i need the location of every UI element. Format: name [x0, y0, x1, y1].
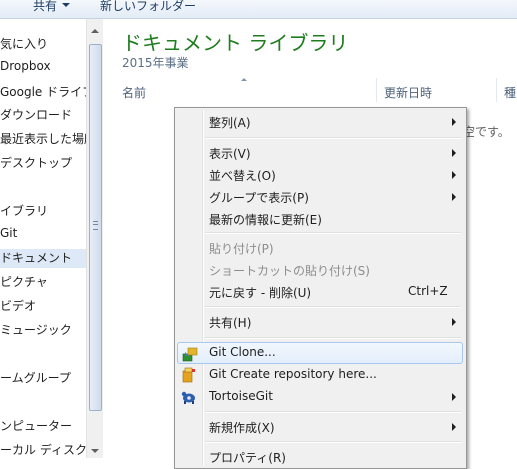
menu-item-label: 並べ替え(O) — [209, 169, 276, 183]
navigation-scrollbar[interactable] — [86, 19, 103, 458]
tortoisegit-icon — [181, 389, 197, 405]
nav-item-desktop[interactable]: デスクトップ — [0, 154, 72, 171]
menu-item-label: 共有(H) — [209, 316, 252, 330]
menu-item-label: 貼り付け(P) — [209, 242, 274, 256]
menu-separator — [205, 411, 461, 413]
menu-item-label: Git Create repository here... — [209, 367, 377, 381]
menu-item-label: 表示(V) — [209, 147, 251, 161]
share-menu-button[interactable]: 共有 — [33, 0, 57, 14]
nav-item-git[interactable]: Git — [0, 226, 17, 240]
submenu-arrow-icon — [452, 393, 456, 401]
sort-ascending-icon — [241, 78, 247, 81]
library-subtitle: 2015年事業 — [122, 56, 189, 70]
menu-item-undo-delete[interactable]: 元に戻す - 削除(U) Ctrl+Z — [177, 281, 463, 303]
submenu-arrow-icon — [452, 149, 456, 157]
library-title: ドキュメント ライブラリ — [122, 31, 349, 55]
menu-item-label: 新規作成(X) — [209, 421, 275, 435]
menu-separator — [205, 137, 461, 139]
nav-item-libraries[interactable]: イブラリ — [0, 202, 48, 219]
menu-item-git-clone[interactable]: Git Clone... — [177, 342, 463, 364]
scroll-down-icon[interactable] — [91, 449, 99, 453]
menu-item-new[interactable]: 新規作成(X) — [177, 416, 463, 438]
submenu-arrow-icon — [452, 171, 456, 179]
column-header-name[interactable]: 名前 — [122, 84, 146, 101]
menu-item-group-by[interactable]: グループで表示(P) — [177, 186, 463, 208]
menu-item-properties[interactable]: プロパティ(R) — [177, 446, 463, 468]
menu-item-view[interactable]: 表示(V) — [177, 142, 463, 164]
menu-item-shortcut: Ctrl+Z — [408, 284, 448, 298]
nav-item-google-drive[interactable]: Google ドライブ — [0, 83, 86, 100]
menu-item-label: 元に戻す - 削除(U) — [209, 286, 312, 300]
nav-item-recent-places[interactable]: 最近表示した場所 — [0, 130, 86, 147]
submenu-arrow-icon — [452, 118, 456, 126]
nav-item-dropbox[interactable]: Dropbox — [0, 59, 51, 73]
scrollbar-thumb[interactable] — [89, 44, 102, 411]
nav-item-downloads[interactable]: ダウンロード — [0, 106, 72, 123]
share-dropdown-icon[interactable] — [62, 3, 70, 7]
column-header-modified[interactable]: 更新日時 — [384, 84, 432, 101]
submenu-arrow-icon — [452, 193, 456, 201]
menu-item-share[interactable]: 共有(H) — [177, 311, 463, 333]
nav-item-pictures[interactable]: ピクチャ — [0, 273, 48, 290]
column-divider[interactable] — [376, 78, 377, 102]
menu-item-git-create-repository[interactable]: Git Create repository here... — [177, 364, 463, 386]
submenu-arrow-icon — [452, 423, 456, 431]
menu-item-label: 最新の情報に更新(E) — [209, 213, 322, 227]
menu-item-arrange[interactable]: 整列(A) — [177, 111, 463, 133]
menu-separator — [205, 441, 461, 443]
command-bar: 共有 新しいフォルダー — [0, 0, 517, 19]
menu-item-label: 整列(A) — [209, 116, 251, 130]
empty-folder-message: 空です。 — [463, 125, 510, 139]
navigation-pane: 気に入り Dropbox Google ドライブ ダウンロード 最近表示した場所… — [0, 19, 86, 458]
menu-item-label: TortoiseGit — [209, 389, 273, 403]
menu-item-paste[interactable]: 貼り付け(P) — [177, 237, 463, 259]
new-folder-button[interactable]: 新しいフォルダー — [100, 0, 196, 14]
submenu-arrow-icon — [452, 318, 456, 326]
menu-item-sort-by[interactable]: 並べ替え(O) — [177, 164, 463, 186]
menu-item-tortoisegit[interactable]: TortoiseGit — [177, 386, 463, 408]
scroll-up-icon[interactable] — [91, 29, 99, 33]
menu-separator — [205, 306, 461, 308]
menu-item-label: グループで表示(P) — [209, 191, 309, 205]
nav-item-favorites[interactable]: 気に入り — [0, 35, 48, 52]
menu-item-refresh[interactable]: 最新の情報に更新(E) — [177, 208, 463, 230]
nav-item-homegroup[interactable]: ームグループ — [0, 369, 71, 386]
nav-item-documents[interactable]: ドキュメント — [0, 249, 86, 268]
menu-separator — [205, 232, 461, 234]
nav-item-local-disk[interactable]: ーカル ディスク — [0, 441, 86, 458]
git-clone-icon — [182, 346, 198, 362]
nav-item-videos[interactable]: ビデオ — [0, 297, 36, 314]
nav-item-computer[interactable]: ンピューター — [0, 417, 72, 434]
git-create-repository-icon — [181, 367, 197, 383]
context-menu: 整列(A) 表示(V) 並べ替え(O) グループで表示(P) 最新の情報に更新(… — [174, 107, 467, 469]
menu-item-label: Git Clone... — [209, 345, 276, 359]
menu-item-paste-shortcut[interactable]: ショートカットの貼り付け(S) — [177, 259, 463, 281]
menu-item-label: ショートカットの貼り付け(S) — [209, 264, 370, 278]
menu-separator — [205, 337, 461, 339]
nav-item-music[interactable]: ミュージック — [0, 321, 72, 338]
column-header-type[interactable]: 種 — [504, 84, 516, 101]
column-divider[interactable] — [496, 78, 497, 102]
grip-icon — [93, 221, 98, 230]
